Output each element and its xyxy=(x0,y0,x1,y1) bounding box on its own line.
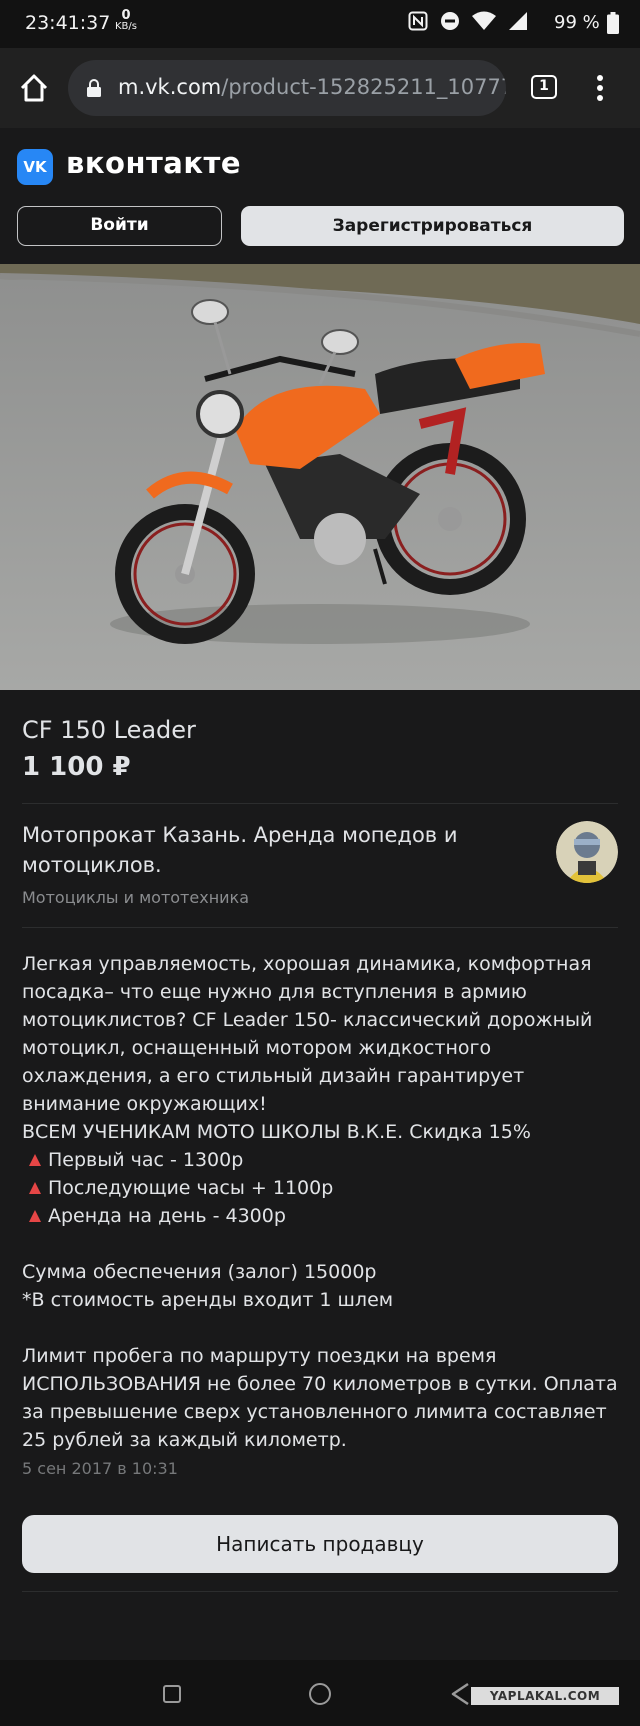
do-not-disturb-icon xyxy=(441,12,459,30)
price-item: Последующие часы + 1100р xyxy=(22,1174,622,1202)
red-triangle-icon xyxy=(29,1210,41,1222)
url-path: /product-152825211_10777 xyxy=(221,75,506,99)
back-icon[interactable] xyxy=(450,1682,470,1706)
vk-brand-name[interactable]: вконтакте xyxy=(66,146,241,180)
login-button[interactable]: Войти xyxy=(17,206,222,246)
product-photo[interactable] xyxy=(0,264,640,690)
battery-icon xyxy=(607,12,619,34)
watermark: YAPLAKAL.COM xyxy=(471,1687,619,1705)
url-host: m.vk.com xyxy=(118,75,222,99)
network-speed-value: 0 xyxy=(121,8,131,23)
description-intro: Легкая управляемость, хорошая динамика, … xyxy=(22,953,593,1115)
browser-toolbar: m.vk.com/product-152825211_10777 1 xyxy=(0,48,640,128)
lock-icon xyxy=(87,79,101,97)
product-description: Легкая управляемость, хорошая динамика, … xyxy=(22,950,622,1454)
seller-name[interactable]: Мотопрокат Казань. Аренда мопедов и мото… xyxy=(22,820,542,880)
recents-button[interactable] xyxy=(163,1685,181,1703)
status-time: 23:41:37 xyxy=(25,12,111,34)
divider xyxy=(22,927,618,928)
network-speed-unit: KB/s xyxy=(115,21,137,32)
price-item: Аренда на день - 4300р xyxy=(22,1202,622,1230)
product-price: 1 100 ₽ xyxy=(22,752,131,782)
url-text: m.vk.com/product-152825211_10777 xyxy=(118,75,506,99)
home-icon[interactable] xyxy=(18,72,50,104)
status-bar: 23:41:37 0 KB/s 99 % xyxy=(0,0,640,48)
seller-avatar[interactable] xyxy=(556,821,618,883)
divider xyxy=(22,1591,618,1592)
red-triangle-icon xyxy=(29,1182,41,1194)
battery-percent: 99 % xyxy=(554,12,600,33)
vk-logo[interactable]: VK xyxy=(17,149,53,185)
nfc-icon xyxy=(408,11,428,31)
seller-category[interactable]: Мотоциклы и мототехника xyxy=(22,888,249,907)
home-nav-button[interactable] xyxy=(309,1683,331,1705)
product-title: CF 150 Leader xyxy=(22,716,196,744)
price-item: Первый час - 1300р xyxy=(22,1146,622,1174)
description-deposit: Сумма обеспечения (залог) 15000р xyxy=(22,1261,377,1283)
red-triangle-icon xyxy=(29,1154,41,1166)
signal-icon xyxy=(509,12,527,30)
vk-header: VK вконтакте Войти Зарегистрироваться xyxy=(0,128,640,264)
description-limit: Лимит пробега по маршруту поездки на вре… xyxy=(22,1345,618,1451)
description-students: ВСЕМ УЧЕНИКАМ МОТО ШКОЛЫ В.К.Е. Скидка 1… xyxy=(22,1121,531,1143)
register-button[interactable]: Зарегистрироваться xyxy=(241,206,624,246)
more-menu-icon[interactable] xyxy=(590,73,610,103)
address-bar[interactable]: m.vk.com/product-152825211_10777 xyxy=(68,60,506,116)
system-nav-bar: YAPLAKAL.COM xyxy=(0,1660,640,1726)
price-item-text: Аренда на день - 4300р xyxy=(48,1205,286,1227)
description-helmet: *В стоимость аренды входит 1 шлем xyxy=(22,1289,394,1311)
status-icons xyxy=(408,11,528,31)
network-speed: 0 KB/s xyxy=(115,8,137,32)
write-seller-button[interactable]: Написать продавцу xyxy=(22,1515,618,1573)
price-item-text: Последующие часы + 1100р xyxy=(48,1177,334,1199)
post-date: 5 сен 2017 в 10:31 xyxy=(22,1459,178,1478)
wifi-icon xyxy=(472,11,496,30)
price-item-text: Первый час - 1300р xyxy=(48,1149,244,1171)
tab-switcher-button[interactable]: 1 xyxy=(531,75,557,99)
divider xyxy=(22,803,618,804)
